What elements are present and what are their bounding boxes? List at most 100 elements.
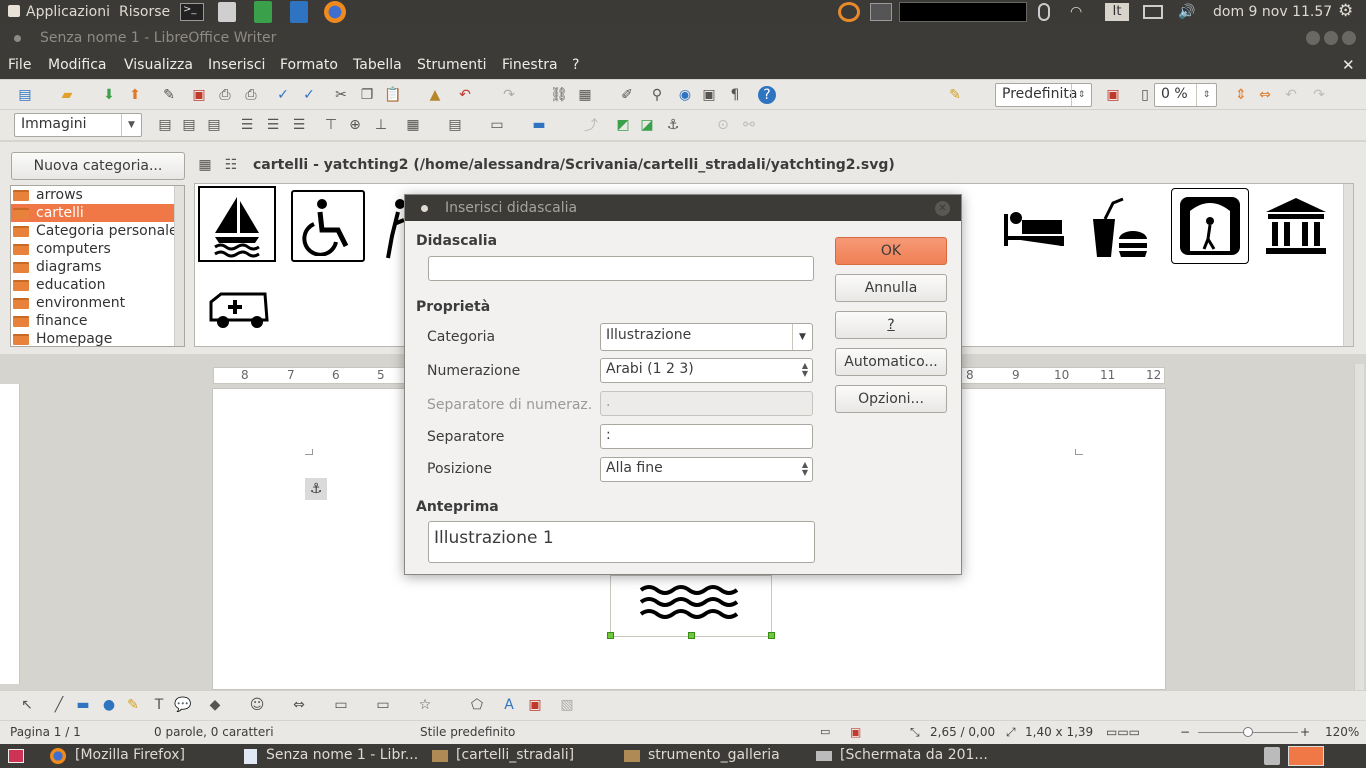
menu-help[interactable]: ? (572, 57, 579, 73)
list-item[interactable]: computers (11, 240, 184, 258)
chevron-down-icon[interactable]: ▼ (792, 324, 812, 350)
undo-icon[interactable]: ↶ (456, 86, 474, 104)
zoom-in-icon[interactable]: + (1300, 725, 1310, 739)
list-item[interactable]: diagrams (11, 258, 184, 276)
redo-icon[interactable]: ↷ (500, 86, 518, 104)
search-indicator-icon[interactable] (838, 2, 860, 22)
resize-handle[interactable] (768, 632, 775, 639)
list-item-selected[interactable]: cartelli (11, 204, 184, 222)
anchor-icon[interactable]: ⚓ (664, 116, 682, 134)
print-preview-icon[interactable]: ⎙ (242, 86, 260, 104)
mail-icon[interactable] (1143, 5, 1163, 19)
list-item[interactable]: arrows (11, 186, 184, 204)
ellipse-icon[interactable]: ● (100, 696, 118, 714)
firefox-icon[interactable] (324, 1, 346, 23)
border-style-icon[interactable]: ▤ (446, 116, 464, 134)
copy-icon[interactable]: ❐ (358, 86, 376, 104)
fontwork-icon[interactable]: A (500, 696, 518, 714)
autocheck-icon[interactable]: ✓ (300, 86, 318, 104)
thumb-sailboat[interactable] (198, 186, 276, 262)
list-item[interactable]: education (11, 276, 184, 294)
wifi-icon[interactable]: ◠ (1070, 4, 1082, 20)
window-menu-icon[interactable] (14, 35, 21, 42)
show-draw-functions-icon[interactable]: ✐ (618, 86, 636, 104)
zoom-level[interactable]: 120% (1325, 725, 1359, 739)
symbol-shapes-icon[interactable]: ☺ (248, 696, 266, 714)
ok-button[interactable]: OK (835, 237, 947, 265)
new-document-icon[interactable]: ▤ (16, 86, 34, 104)
table-icon[interactable]: ▦ (576, 86, 594, 104)
show-desktop-icon[interactable] (8, 749, 24, 763)
dialog-close-icon[interactable]: ✕ (935, 201, 950, 216)
wrap-off-icon[interactable]: ▤ (156, 116, 174, 134)
close-button[interactable] (1342, 31, 1356, 45)
thumb-hotel[interactable] (995, 190, 1073, 266)
print-icon[interactable]: ⎙ (216, 86, 234, 104)
zoom-slider-handle[interactable] (1243, 727, 1253, 737)
menu-insert[interactable]: Inserisci (208, 57, 265, 73)
maximize-button[interactable] (1324, 31, 1338, 45)
stars-icon[interactable]: ☆ (416, 696, 434, 714)
trash-icon[interactable] (1264, 747, 1280, 765)
frame-properties-icon[interactable]: ⤴ (582, 116, 600, 134)
zoom-out-icon[interactable]: − (1180, 725, 1190, 739)
line-icon[interactable]: ╱ (50, 696, 68, 714)
caption-input[interactable] (428, 256, 814, 281)
places-menu[interactable]: Risorse (119, 4, 170, 20)
anchor-icon[interactable]: ⚓ (305, 478, 327, 500)
unlink-frames-icon[interactable]: ⚯ (740, 116, 758, 134)
cancel-button[interactable]: Annulla (835, 274, 947, 302)
dialog-menu-icon[interactable] (421, 205, 428, 212)
rotate-left-icon[interactable]: ↶ (1282, 86, 1300, 104)
from-file-icon[interactable]: ▣ (526, 696, 544, 714)
help-button[interactable]: ? (835, 311, 947, 339)
separator-input[interactable]: : (600, 424, 813, 449)
wrap-icon[interactable]: ▣ (1104, 86, 1122, 104)
align-top-icon[interactable]: ⊤ (322, 116, 340, 134)
page-count[interactable]: Pagina 1 / 1 (10, 725, 81, 739)
page-style[interactable]: Stile predefinito (420, 725, 515, 739)
export-pdf-icon[interactable]: ▣ (190, 86, 208, 104)
border-color-icon[interactable]: ▭ (488, 116, 506, 134)
autocaption-button[interactable]: Automatico... (835, 348, 947, 376)
draw-style-icon[interactable]: ✎ (946, 86, 964, 104)
select-pointer-icon[interactable]: ↖ (18, 696, 36, 714)
save-icon[interactable]: ⬇ (100, 86, 118, 104)
background-color-icon[interactable]: ▬ (530, 116, 548, 134)
numbering-select[interactable]: Arabi (1 2 3) ▲ ▼ (600, 358, 813, 383)
freeform-icon[interactable]: ✎ (124, 696, 142, 714)
workspace-switcher[interactable] (1288, 746, 1324, 766)
menu-tools[interactable]: Strumenti (417, 57, 487, 73)
borders-icon[interactable]: ▦ (404, 116, 422, 134)
bring-forward-icon[interactable]: ◩ (614, 116, 632, 134)
task-folder[interactable]: [cartelli_stradali] (456, 747, 574, 763)
category-combo[interactable]: Illustrazione ▼ (600, 323, 813, 351)
align-left-icon[interactable]: ☰ (238, 116, 256, 134)
options-button[interactable]: Opzioni... (835, 385, 947, 413)
align-middle-icon[interactable]: ⊕ (346, 116, 364, 134)
transparency-field[interactable]: 0 % ⇕ (1154, 83, 1217, 107)
cut-icon[interactable]: ✂ (332, 86, 350, 104)
rectangle-icon[interactable]: ▬ (74, 696, 92, 714)
view-layout-icon[interactable]: ▭▭▭ (1106, 725, 1140, 739)
flip-horizontal-icon[interactable]: ⇔ (1256, 86, 1274, 104)
formatting-marks-icon[interactable]: ¶ (726, 86, 744, 104)
open-icon[interactable]: ▰ (58, 86, 76, 104)
task-folder-2[interactable]: strumento_galleria (648, 747, 780, 763)
clock[interactable]: dom 9 nov 11.57 (1213, 4, 1332, 20)
menu-window[interactable]: Finestra (502, 57, 558, 73)
new-category-button[interactable]: Nuova categoria... (11, 152, 185, 180)
thumb-cave[interactable] (1171, 188, 1249, 264)
menu-file[interactable]: File (8, 57, 31, 73)
resize-handle[interactable] (688, 632, 695, 639)
list-item[interactable]: environment (11, 294, 184, 312)
rotate-right-icon[interactable]: ↷ (1310, 86, 1328, 104)
menu-table[interactable]: Tabella (353, 57, 402, 73)
list-item[interactable]: finance (11, 312, 184, 330)
export-icon[interactable]: ⬆ (126, 86, 144, 104)
spellcheck-icon[interactable]: ✓ (274, 86, 292, 104)
navigator-icon[interactable]: ◉ (676, 86, 694, 104)
thumb-ambulance[interactable] (201, 280, 277, 340)
thumbnail-scrollbar[interactable] (1343, 184, 1353, 346)
position-select[interactable]: Alla fine ▲ ▼ (600, 457, 813, 482)
